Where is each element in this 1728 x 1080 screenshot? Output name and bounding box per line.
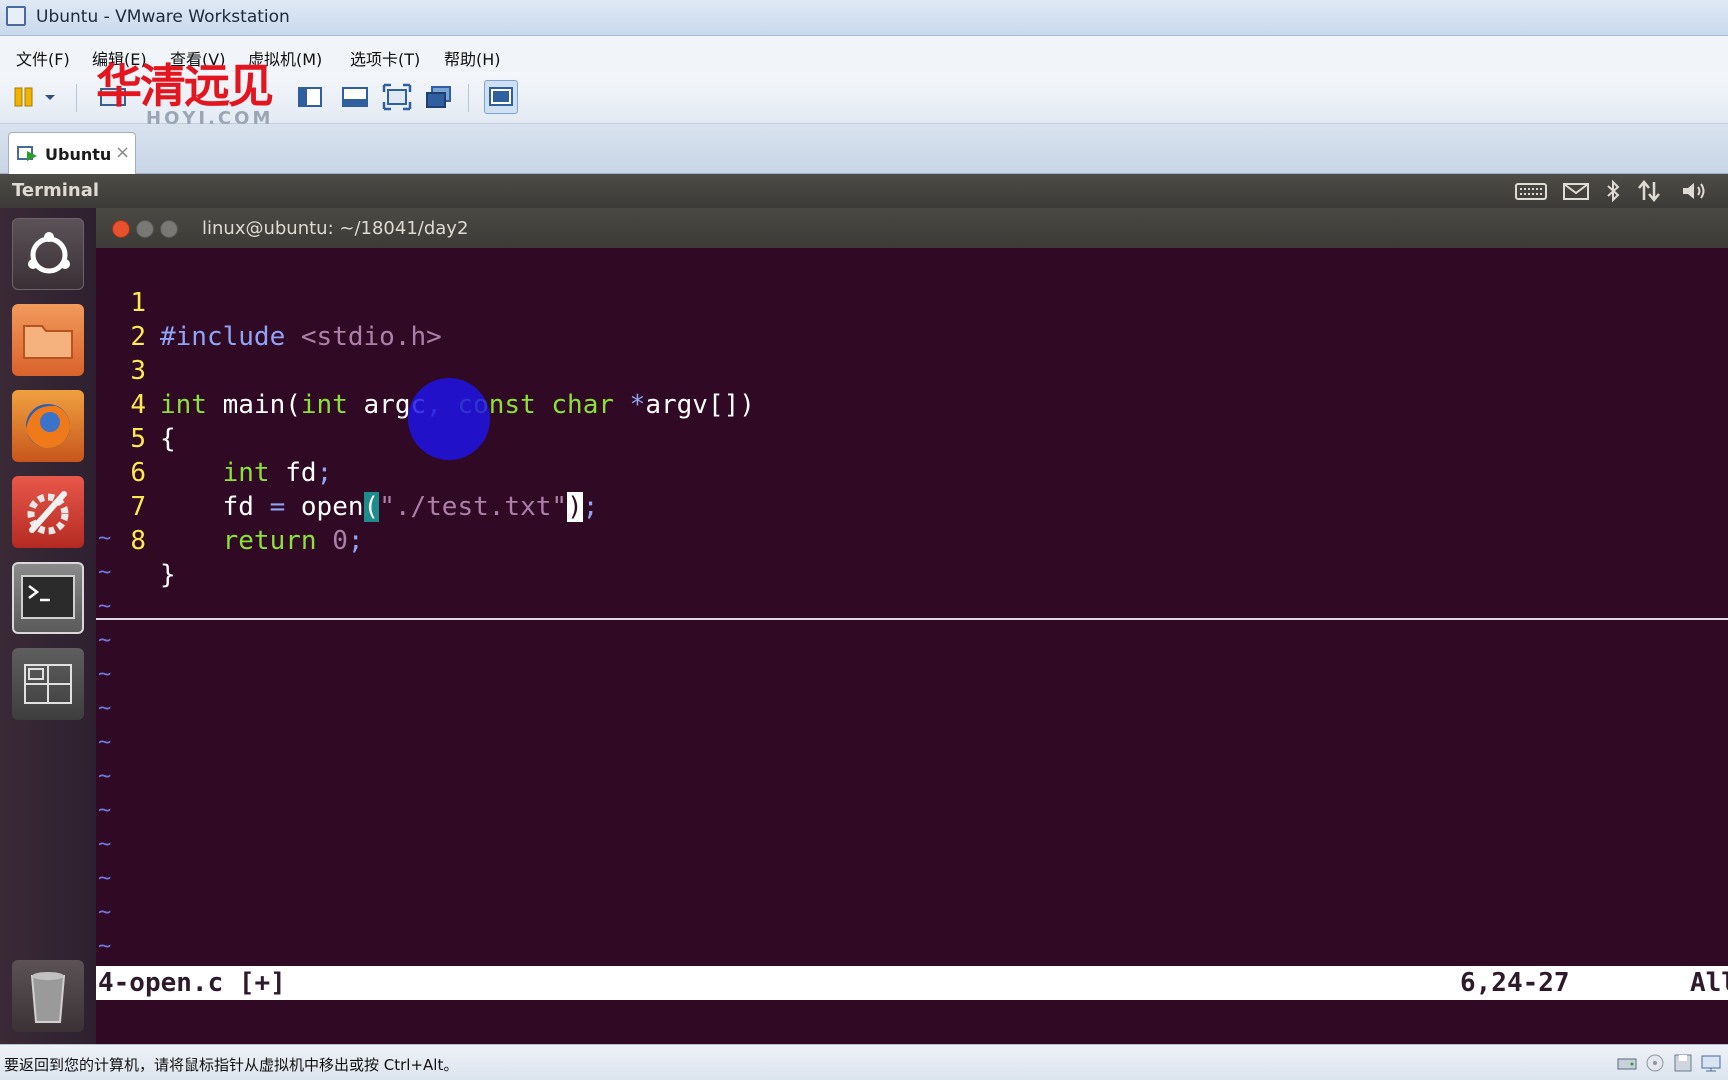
keyboard-icon[interactable] — [1514, 179, 1548, 203]
firefox-icon — [26, 404, 70, 448]
toolbar-divider — [76, 84, 77, 112]
watermark-logo-text: 华清远见 — [96, 59, 274, 113]
menu-file[interactable]: 文件(F) — [16, 46, 70, 70]
maximize-icon[interactable] — [160, 220, 178, 238]
empty-line-marker: ~ — [98, 662, 112, 687]
suspend-icon[interactable] — [12, 83, 42, 111]
terminal-titlebar: linux@ubuntu: ~/18041/day2 — [96, 208, 1728, 248]
code-text: } — [160, 560, 176, 590]
hard-disk-icon[interactable] — [1616, 1053, 1638, 1073]
code-text: return 0; — [160, 524, 364, 558]
settings-tools-icon — [27, 491, 69, 535]
volume-icon[interactable] — [1680, 179, 1710, 203]
keyword-token: return — [222, 526, 317, 556]
chevron-down-icon[interactable] — [42, 83, 58, 111]
empty-line-marker: ~ — [98, 526, 112, 551]
dash-home-button[interactable] — [12, 218, 84, 290]
vim-command-line[interactable] — [96, 1000, 1728, 1044]
vim-status-line: 4-open.c [+] 6,24-27 All — [96, 966, 1728, 1000]
empty-line-marker: ~ — [98, 798, 112, 823]
launcher-terminal[interactable] — [12, 562, 84, 634]
ubuntu-top-panel: Terminal — [0, 174, 1728, 208]
mouse-click-highlight — [408, 378, 490, 460]
vm-tab-strip: Ubuntu × — [0, 124, 1728, 174]
empty-line-marker: ~ — [98, 628, 112, 653]
terminal-icon — [21, 575, 75, 619]
code-line: 4 { — [96, 354, 1728, 454]
status-message: 要返回到您的计算机，请将鼠标指针从虚拟机中移出或按 Ctrl+Alt。 — [4, 1056, 459, 1074]
trash-icon — [30, 972, 66, 1023]
status-cursor-position: 6,24-27 — [1460, 968, 1570, 998]
tab-close-icon[interactable]: × — [115, 142, 130, 163]
code-line: 7 return 0; — [96, 456, 1728, 556]
empty-line-marker: ~ — [98, 594, 112, 619]
launcher-firefox[interactable] — [12, 390, 84, 462]
empty-line-marker: ~ — [98, 900, 112, 925]
close-icon[interactable] — [112, 220, 130, 238]
menu-tabs[interactable]: 选项卡(T) — [350, 46, 420, 70]
code-line: 3 int main(int argc, const char *argv[]) — [96, 320, 1728, 420]
menu-help[interactable]: 帮助(H) — [444, 46, 501, 70]
bluetooth-icon[interactable] — [1604, 179, 1622, 203]
toolbar-divider — [468, 84, 469, 112]
network-adapter-icon[interactable] — [1700, 1053, 1722, 1073]
fullscreen-icon[interactable] — [382, 83, 412, 111]
vm-running-icon — [17, 146, 37, 161]
punct-token: ; — [347, 526, 364, 556]
terminal-window[interactable]: linux@ubuntu: ~/18041/day2 1 #include <s… — [96, 208, 1728, 1044]
console-view-icon[interactable] — [340, 83, 370, 111]
unity-mode-icon[interactable] — [424, 83, 454, 111]
launcher-trash[interactable] — [12, 960, 84, 1032]
network-icon[interactable] — [1636, 179, 1662, 203]
window-title: Ubuntu - VMware Workstation — [36, 7, 290, 27]
launcher-system-settings[interactable] — [12, 476, 84, 548]
empty-line-marker: ~ — [98, 764, 112, 789]
code-line: 1 #include <stdio.h> — [96, 252, 1728, 352]
mail-icon[interactable] — [1562, 179, 1590, 203]
terminal-title: linux@ubuntu: ~/18041/day2 — [202, 218, 469, 239]
empty-line-marker: ~ — [98, 866, 112, 891]
empty-line-marker: ~ — [98, 696, 112, 721]
vmware-app-icon — [6, 6, 26, 26]
thumbnail-view-icon[interactable] — [484, 80, 518, 114]
launcher-files[interactable] — [12, 304, 84, 376]
launcher-workspace-switcher[interactable] — [12, 648, 84, 720]
number-token: 0 — [332, 526, 348, 556]
tab-ubuntu[interactable]: Ubuntu × — [8, 132, 136, 174]
code-line: 8 } — [96, 490, 1728, 590]
code-line: 2 — [96, 286, 1728, 352]
status-scroll-percent: All — [1690, 968, 1728, 998]
workspace-switcher-icon — [24, 664, 72, 704]
unity-launcher — [0, 208, 96, 1044]
vim-editor[interactable]: 1 #include <stdio.h> 2 3 int main(int ar… — [96, 248, 1728, 966]
status-filename: 4-open.c [+] — [98, 968, 286, 998]
empty-line-marker: ~ — [98, 730, 112, 755]
folder-icon — [23, 325, 73, 359]
minimize-icon[interactable] — [136, 220, 154, 238]
cd-rom-icon[interactable] — [1644, 1053, 1666, 1073]
empty-line-marker: ~ — [98, 560, 112, 585]
code-line: 6 fd = open("./test.txt"); — [96, 422, 1728, 522]
empty-line-marker: ~ — [98, 832, 112, 857]
panel-app-title: Terminal — [12, 180, 100, 201]
window-titlebar: Ubuntu - VMware Workstation — [0, 0, 1728, 36]
empty-line-marker: ~ — [98, 934, 112, 959]
floppy-icon[interactable] — [1672, 1053, 1694, 1073]
cursor-line-underline — [96, 618, 1728, 620]
code-line: 5 int fd; — [96, 388, 1728, 488]
tab-label: Ubuntu — [45, 145, 112, 164]
hqyj-watermark-logo: 华清远见 HQYJ.COM — [96, 60, 306, 132]
ubuntu-logo-icon — [28, 232, 70, 274]
host-status-bar: 要返回到您的计算机，请将鼠标指针从虚拟机中移出或按 Ctrl+Alt。 — [0, 1044, 1728, 1080]
